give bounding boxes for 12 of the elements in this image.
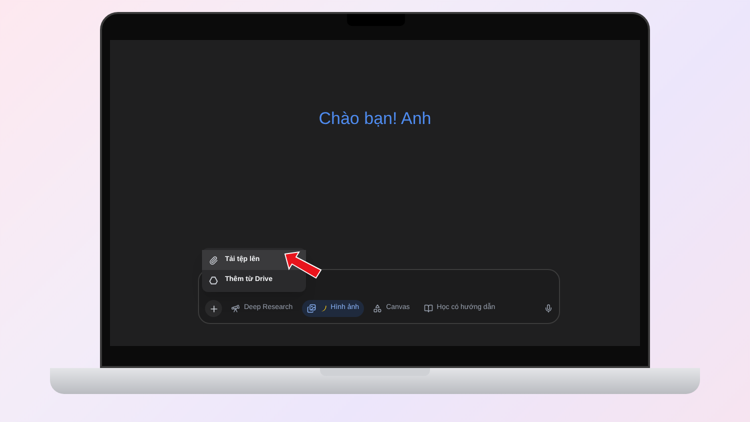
greeting-text: Chào bạn! Anh <box>318 108 432 130</box>
microphone-icon[interactable] <box>544 304 553 313</box>
banana-icon <box>320 305 327 312</box>
telescope-icon <box>231 304 240 313</box>
plus-icon <box>208 304 218 314</box>
images-icon <box>306 304 316 313</box>
add-button[interactable] <box>205 300 222 317</box>
book-icon <box>424 304 433 313</box>
paperclip-icon <box>209 256 218 264</box>
arrow-icon <box>282 250 324 280</box>
shapes-icon <box>373 304 382 313</box>
drive-icon <box>209 276 218 284</box>
